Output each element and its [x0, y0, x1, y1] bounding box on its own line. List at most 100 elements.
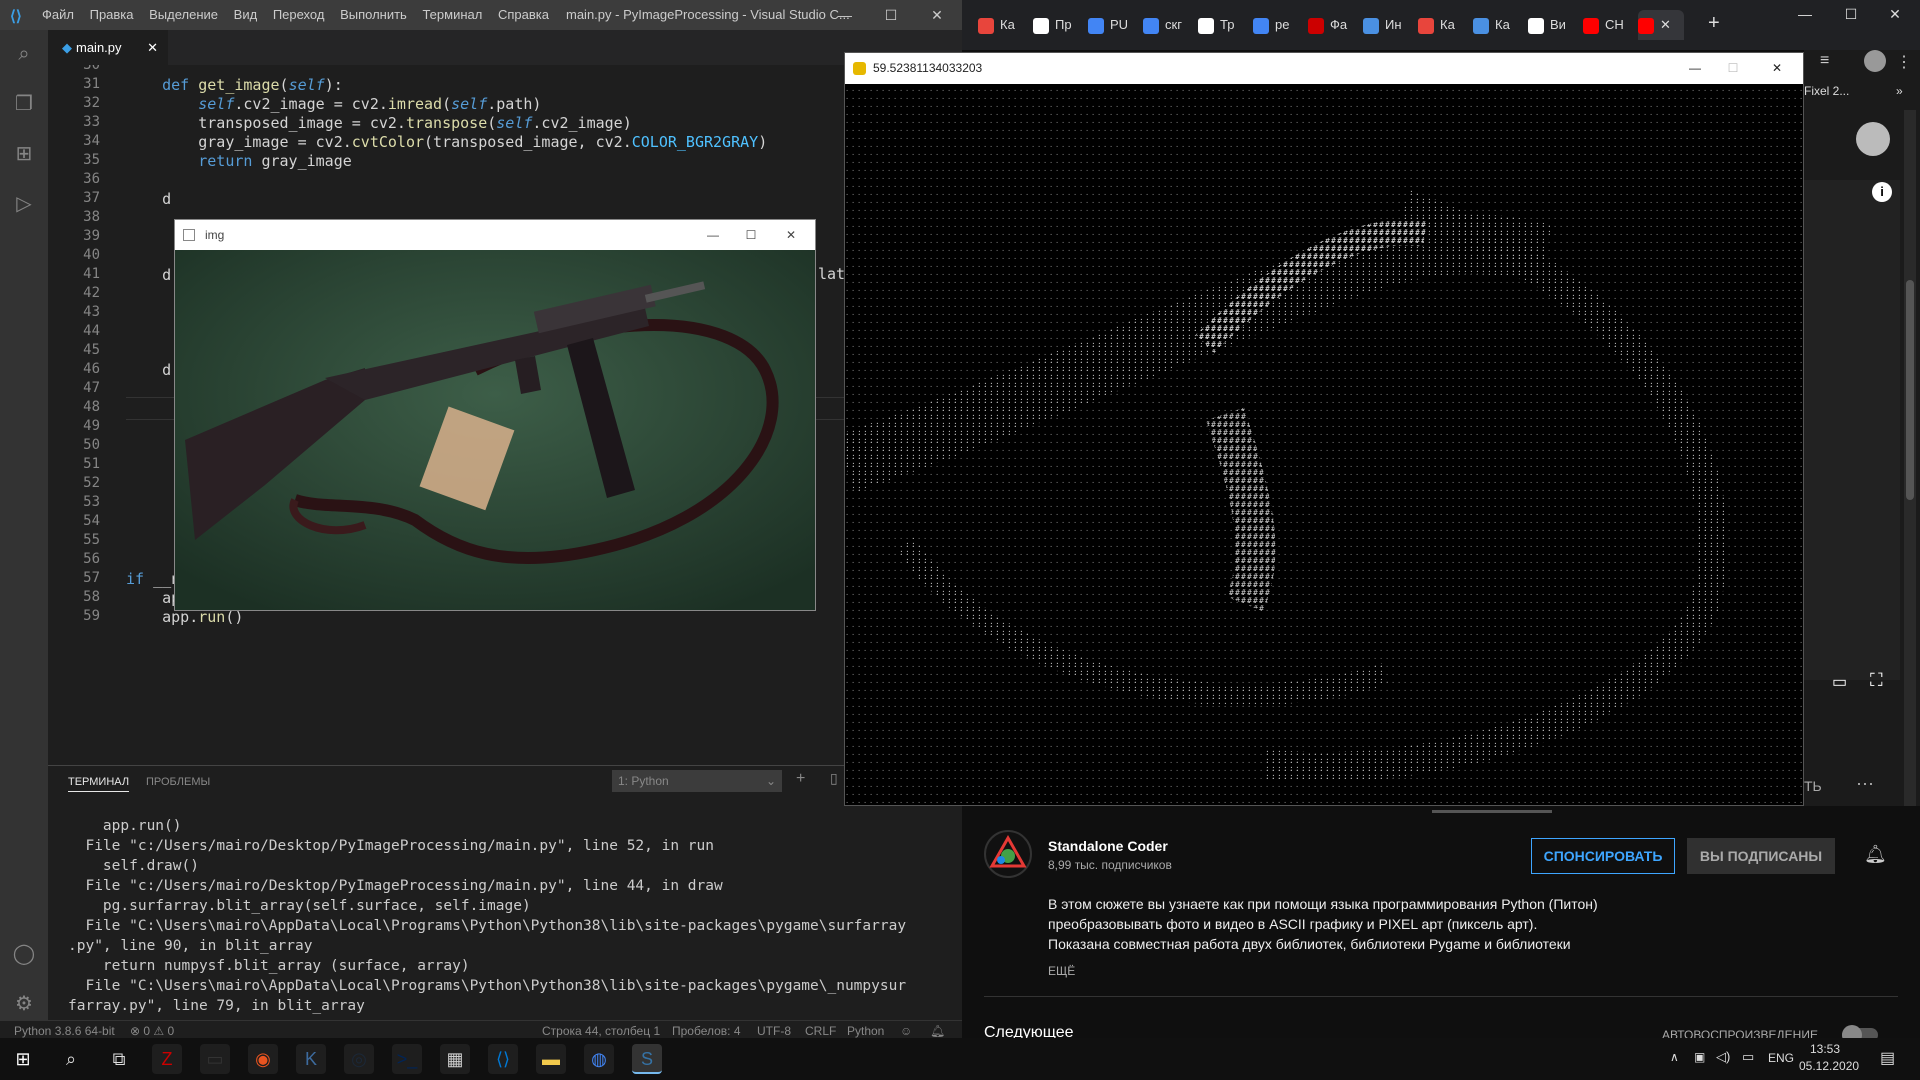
channel-name[interactable]: Standalone Coder	[1048, 838, 1168, 854]
language-indicator[interactable]: ENG	[1768, 1051, 1794, 1065]
python-icon[interactable]: S	[632, 1044, 662, 1074]
side-chevron-icon[interactable]: »	[1896, 84, 1903, 98]
img-maximize-icon[interactable]: ☐	[731, 220, 771, 250]
show-more-link[interactable]: ЕЩЁ	[1048, 964, 1075, 978]
ubuntu-icon[interactable]: ◉	[248, 1044, 278, 1074]
code-line[interactable]: return gray_image	[126, 152, 352, 170]
menu-view[interactable]: Вид	[234, 0, 258, 30]
save-fragment[interactable]: ТЬ	[1804, 778, 1822, 794]
terminal-output[interactable]: app.run() File "c:/Users/mairo/Desktop/P…	[68, 816, 958, 1016]
notification-bell-icon[interactable]: 🔔︎	[1864, 844, 1887, 865]
explorer-icon[interactable]: ❐	[12, 92, 36, 116]
settings-gear-icon[interactable]: ⚙	[12, 992, 36, 1016]
img-close-icon[interactable]: ✕	[771, 220, 811, 250]
tab-terminal[interactable]: ТЕРМИНАЛ	[68, 776, 130, 792]
minimize-icon[interactable]: —	[822, 0, 868, 30]
account-icon[interactable]: ◯	[12, 942, 36, 966]
tab-close-icon[interactable]: ✕	[1660, 17, 1671, 32]
filezilla-icon[interactable]: Z	[152, 1044, 182, 1074]
menu-file[interactable]: Файл	[42, 0, 74, 30]
chrome-tab[interactable]: ре	[1253, 10, 1289, 40]
tray-chevron-icon[interactable]: ∧	[1670, 1050, 1679, 1064]
explorer-icon[interactable]: ▬	[536, 1044, 566, 1074]
close-icon[interactable]: ✕	[914, 0, 960, 30]
code-line[interactable]: self.cv2_image = cv2.imread(self.path)	[126, 95, 541, 113]
pygame-titlebar[interactable]: 59.52381134033203 — ☐ ✕	[845, 53, 1803, 84]
chrome-tab[interactable]: Пр	[1033, 10, 1072, 40]
kali-icon[interactable]: K	[296, 1044, 326, 1074]
search-icon[interactable]: ⌕	[12, 42, 36, 66]
file-manager-icon[interactable]: ▦	[440, 1044, 470, 1074]
pygame-close-icon[interactable]: ✕	[1757, 53, 1797, 84]
code-line[interactable]: transposed_image = cv2.transpose(self.cv…	[126, 114, 632, 132]
side-video-thumb[interactable]	[1804, 180, 1900, 680]
tab-close-icon[interactable]: ✕	[147, 30, 158, 65]
chrome-close-icon[interactable]: ✕	[1872, 6, 1918, 23]
profile-avatar[interactable]	[1864, 50, 1886, 72]
menu-go[interactable]: Переход	[273, 0, 325, 30]
scrollbar-thumb[interactable]	[1906, 280, 1914, 500]
img-window-titlebar[interactable]: img — ☐ ✕	[175, 220, 815, 250]
more-actions-icon[interactable]: ⋯	[1856, 774, 1874, 795]
app-icon	[183, 229, 195, 241]
miniplayer-icon[interactable]: ▭	[1832, 672, 1847, 692]
extensions-icon[interactable]: ⊞	[12, 142, 36, 166]
add-terminal-icon[interactable]: +	[796, 770, 805, 788]
search-icon[interactable]: ⌕	[56, 1044, 86, 1074]
sponsor-button[interactable]: СПОНСИРОВАТЬ	[1531, 838, 1675, 874]
info-icon[interactable]: i	[1872, 182, 1892, 202]
chrome-tab[interactable]: PU	[1088, 10, 1128, 40]
fullscreen-icon[interactable]: ⛶	[1870, 670, 1883, 691]
chrome-tab[interactable]: СН	[1583, 10, 1624, 40]
split-terminal-icon[interactable]: ▯	[830, 770, 838, 787]
task-view-icon[interactable]: ⧉	[104, 1044, 134, 1074]
volume-icon[interactable]: ◁)	[1716, 1049, 1730, 1065]
code-line[interactable]: d	[126, 190, 171, 208]
chrome-tab[interactable]: Ка	[978, 10, 1015, 40]
windows-start-icon[interactable]: ⊞	[8, 1044, 38, 1074]
chrome-tab[interactable]: Фа	[1308, 10, 1347, 40]
steam-icon[interactable]: ◎	[344, 1044, 374, 1074]
chrome-tab[interactable]: Ви	[1528, 10, 1566, 40]
powershell-icon[interactable]: >_	[392, 1044, 422, 1074]
menu-edit[interactable]: Правка	[90, 0, 134, 30]
maximize-icon[interactable]: ☐	[868, 0, 914, 30]
chrome-tab[interactable]: Тр	[1198, 10, 1234, 40]
chrome-icon[interactable]: ◍	[584, 1044, 614, 1074]
menu-run[interactable]: Выполнить	[340, 0, 407, 30]
code-line[interactable]: gray_image = cv2.cvtColor(transposed_ima…	[126, 133, 767, 151]
terminal-select[interactable]: 1: Python ⌄	[612, 770, 782, 792]
clock-time[interactable]: 13:53	[1810, 1042, 1840, 1056]
chrome-tab[interactable]: Ка	[1473, 10, 1510, 40]
side-avatar[interactable]	[1856, 122, 1890, 156]
menu-terminal[interactable]: Терминал	[422, 0, 482, 30]
channel-avatar[interactable]	[984, 830, 1032, 878]
subscribed-button[interactable]: ВЫ ПОДПИСАНЫ	[1687, 838, 1835, 874]
pygame-minimize-icon[interactable]: —	[1675, 53, 1715, 84]
active-chrome-tab[interactable]: ✕	[1638, 10, 1684, 40]
tab-main-py[interactable]: ◆ main.py ✕	[48, 30, 168, 65]
new-tab-icon[interactable]: +	[1708, 12, 1720, 35]
chrome-tab[interactable]: скг	[1143, 10, 1182, 40]
chrome-minimize-icon[interactable]: —	[1782, 6, 1828, 22]
network-icon[interactable]: ▭	[1742, 1049, 1754, 1065]
menu-selection[interactable]: Выделение	[149, 0, 218, 30]
tab-problems[interactable]: ПРОБЛЕМЫ	[146, 776, 210, 788]
tray-device-icon[interactable]: ▣	[1694, 1050, 1705, 1064]
code-line[interactable]: d	[126, 361, 171, 379]
img-minimize-icon[interactable]: —	[693, 220, 733, 250]
clock-date[interactable]: 05.12.2020	[1799, 1059, 1859, 1073]
chrome-tab[interactable]: Ка	[1418, 10, 1455, 40]
code-line[interactable]: def get_image(self):	[126, 76, 343, 94]
menu-help[interactable]: Справка	[498, 0, 549, 30]
pygame-maximize-icon[interactable]: ☐	[1713, 53, 1753, 84]
code-line[interactable]: d	[126, 266, 171, 284]
terminal-icon[interactable]: ▭	[200, 1044, 230, 1074]
chrome-maximize-icon[interactable]: ☐	[1828, 6, 1874, 23]
chrome-tab[interactable]: Ин	[1363, 10, 1402, 40]
run-debug-icon[interactable]: ▷	[12, 192, 36, 216]
media-icon[interactable]: ≡	[1820, 52, 1829, 70]
chrome-menu-icon[interactable]: ⋮	[1896, 52, 1912, 72]
vscode-icon[interactable]: ⟨⟩	[488, 1044, 518, 1074]
action-center-icon[interactable]: ▤	[1880, 1048, 1895, 1068]
